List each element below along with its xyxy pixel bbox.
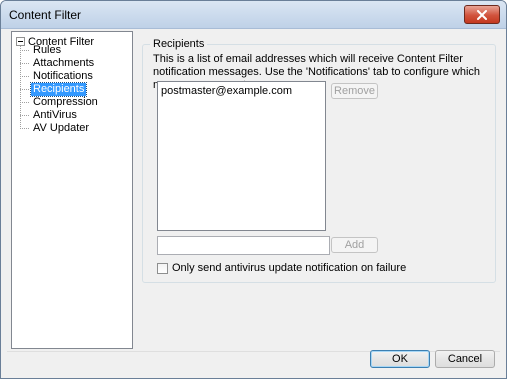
content-filter-dialog: Content Filter Content Filter Rules Atta… [0, 0, 507, 379]
failure-only-checkbox[interactable] [157, 262, 168, 274]
tree-item-av-updater[interactable]: AV Updater [20, 122, 91, 135]
tree-item-recipients[interactable]: Recipients [20, 82, 88, 97]
tree-item-compression[interactable]: Compression [20, 96, 100, 109]
tree-branch-line [20, 102, 29, 103]
recipients-group-title: Recipients [150, 38, 208, 50]
settings-tree[interactable]: Content Filter Rules Attachments Notific… [11, 31, 133, 349]
remove-button-label: Remove [334, 85, 375, 97]
failure-only-label[interactable]: Only send antivirus update notification … [172, 262, 406, 274]
window-title: Content Filter [9, 8, 82, 22]
tree-branch-line [20, 76, 29, 77]
close-x-icon [477, 9, 487, 20]
tree-item-label[interactable]: AntiVirus [31, 109, 79, 122]
tree-branch-line [20, 89, 29, 90]
remove-button[interactable]: Remove [331, 83, 378, 99]
dialog-body: Content Filter Rules Attachments Notific… [7, 29, 500, 372]
failure-only-option[interactable]: Only send antivirus update notification … [157, 262, 406, 274]
recipients-list[interactable]: postmaster@example.com [157, 81, 326, 231]
tree-item-label[interactable]: Notifications [31, 70, 95, 83]
ok-button-label: OK [392, 353, 408, 365]
tree-branch-line [20, 115, 29, 116]
tree-item-label[interactable]: Recipients [29, 82, 88, 97]
tree-branch-line [20, 63, 29, 64]
cancel-button-label: Cancel [447, 353, 483, 365]
add-recipient-input[interactable] [157, 236, 330, 255]
tree-item-label[interactable]: Rules [31, 44, 63, 57]
list-item[interactable]: postmaster@example.com [161, 85, 292, 97]
title-bar[interactable]: Content Filter [1, 1, 506, 29]
ok-button[interactable]: OK [370, 350, 430, 368]
tree-item-attachments[interactable]: Attachments [20, 57, 96, 70]
add-button-label: Add [344, 239, 365, 251]
tree-item-label[interactable]: AV Updater [31, 122, 91, 135]
tree-item-label[interactable]: Compression [31, 96, 100, 109]
tree-item-label[interactable]: Attachments [31, 57, 96, 70]
tree-branch-line [20, 50, 29, 51]
tree-item-notifications[interactable]: Notifications [20, 70, 95, 83]
close-button[interactable] [464, 5, 500, 24]
tree-item-antivirus[interactable]: AntiVirus [20, 109, 79, 122]
cancel-button[interactable]: Cancel [435, 350, 495, 368]
tree-item-rules[interactable]: Rules [20, 44, 63, 57]
add-button[interactable]: Add [331, 237, 378, 253]
tree-branch-line [20, 128, 29, 129]
